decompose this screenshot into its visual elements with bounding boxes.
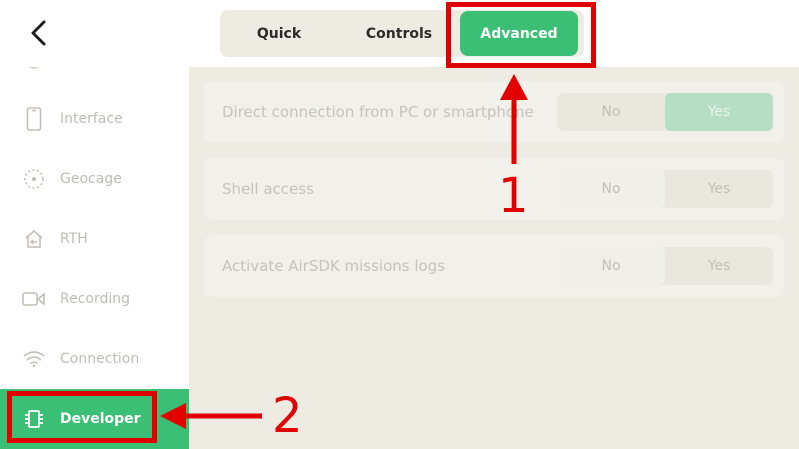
annotation-arrows — [160, 74, 528, 429]
annotation-number-2: 2 — [272, 388, 303, 444]
arrow-left-head — [160, 403, 186, 429]
annotation-number-1: 1 — [498, 168, 529, 224]
arrow-up-head — [500, 74, 528, 100]
